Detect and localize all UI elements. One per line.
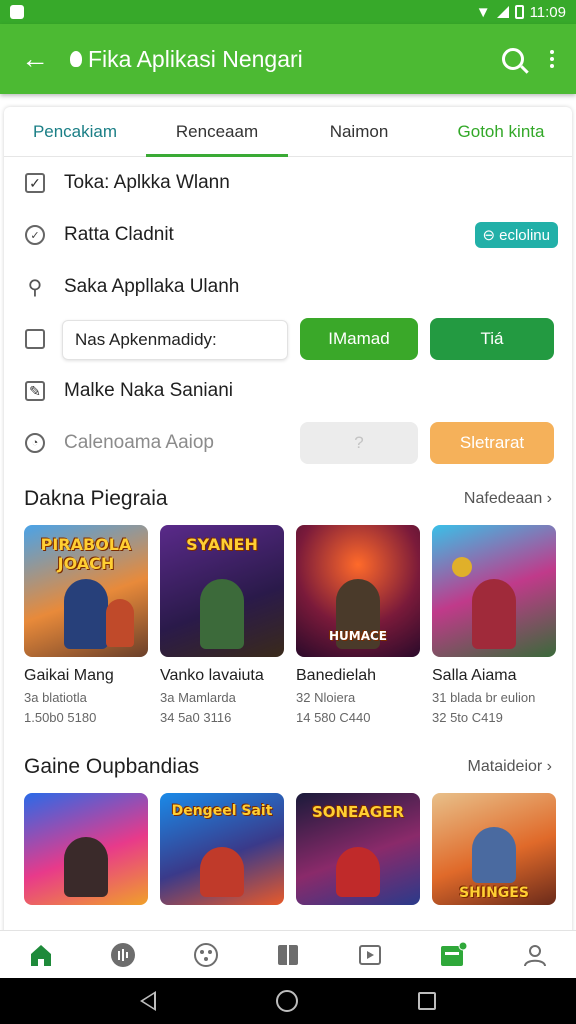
home-icon[interactable] [27, 941, 55, 969]
game-meta: 32 5to C419 [432, 710, 503, 725]
game-meta: 1.50b0 5180 [24, 710, 97, 725]
game-card[interactable]: PIRABOLA JOACH Gaikai Mang 3a blatiotla … [24, 525, 148, 725]
app-title: Fika Aplikasi Nengari [88, 45, 303, 72]
status-bar: ▼ 11:09 [0, 0, 576, 24]
see-more-link[interactable]: Mataideior › [468, 758, 552, 776]
list-item-label: Saka Appllaka Ulanh [64, 276, 240, 297]
game-thumbnail[interactable]: PIRABOLA JOACH [24, 525, 148, 657]
toggle-icon: ⊖ [482, 227, 496, 244]
game-card[interactable]: SHINGES [432, 793, 556, 905]
list-item-label: Malke Naka Saniani [64, 380, 233, 401]
game-card[interactable]: SYANEH Vanko lavaiuta 3a Mamlarda 34 5a0… [160, 525, 284, 725]
game-name: Vanko lavaiuta [160, 667, 264, 684]
tab-4[interactable]: Gotoh kinta [430, 107, 572, 156]
game-card[interactable]: HUMACE Banedielah 32 Nloiera 14 580 C440 [296, 525, 420, 725]
game-meta: 32 Nloiera [296, 690, 356, 705]
game-name: Banedielah [296, 667, 377, 684]
section-header: Dakna Piegraia Nafedeaan › [4, 473, 572, 525]
primary-button[interactable]: IMamad [300, 318, 418, 360]
game-carousel: Dengeel Sait SONEAGER SHINGES [4, 793, 572, 905]
bottom-navigation [0, 930, 576, 978]
game-thumbnail[interactable]: SHINGES [432, 793, 556, 905]
music-icon[interactable] [109, 941, 137, 969]
tab-1[interactable]: Pencakiam [4, 107, 146, 156]
leaf-icon [70, 51, 82, 67]
game-card[interactable]: SONEAGER [296, 793, 420, 905]
text-field[interactable]: Nas Apkenmadidy: [62, 320, 288, 360]
section-header: Gaine Oupbandias Mataideior › [4, 741, 572, 793]
book-icon[interactable] [274, 941, 302, 969]
profile-icon[interactable] [521, 941, 549, 969]
game-meta: 3a blatiotla [24, 690, 87, 705]
recents-square-icon[interactable] [418, 992, 436, 1010]
status-badge[interactable]: ⊖ eclolinu [474, 222, 558, 248]
back-triangle-icon[interactable] [140, 991, 156, 1011]
game-name: Salla Aiama [432, 667, 517, 684]
game-thumbnail[interactable] [24, 793, 148, 905]
game-meta: 34 5a0 3116 [160, 710, 232, 725]
game-card[interactable]: Salla Aiama 31 blada br eulion 32 5to C4… [432, 525, 556, 725]
game-logo: HUMACE [328, 629, 388, 643]
list-item[interactable]: ✓ Ratta Cladnit ⊖ eclolinu [4, 209, 572, 261]
game-logo: SYANEH [186, 535, 258, 554]
timer-icon: ◔ [25, 433, 45, 453]
list-item: ◔ Calenoama Aaiop ? Sletrarat [4, 417, 572, 469]
see-more-link[interactable]: Nafedeaan › [464, 490, 552, 508]
game-logo: PIRABOLA JOACH [40, 535, 132, 573]
game-card[interactable] [24, 793, 148, 905]
search-icon: ⚲ [27, 276, 43, 299]
section-title: Dakna Piegraia [24, 487, 168, 510]
disabled-button: ? [300, 422, 418, 464]
game-carousel: PIRABOLA JOACH Gaikai Mang 3a blatiotla … [4, 525, 572, 725]
battery-icon [514, 5, 524, 19]
list-item[interactable]: ✓ Toka: Aplkka Wlann [4, 157, 572, 209]
list-item[interactable]: ✎ Malke Naka Saniani [4, 365, 572, 417]
list-item: Nas Apkenmadidy: IMamad Tiá [4, 313, 572, 365]
game-thumbnail[interactable]: HUMACE [296, 525, 420, 657]
game-meta: 14 580 C440 [296, 710, 371, 725]
start-button[interactable]: Sletrarat [430, 422, 554, 464]
game-thumbnail[interactable]: SYANEH [160, 525, 284, 657]
secondary-button[interactable]: Tiá [430, 318, 554, 360]
game-logo: SONEAGER [311, 803, 405, 821]
tab-bar: Pencakiam Renceaam Naimon Gotoh kinta [4, 107, 572, 157]
badge-label: eclolinu [499, 226, 550, 244]
checkbox-icon[interactable] [25, 329, 45, 349]
checked-box-icon[interactable]: ✓ [25, 173, 45, 193]
tab-2[interactable]: Renceaam [146, 107, 288, 157]
home-circle-icon[interactable] [276, 990, 298, 1012]
tab-3[interactable]: Naimon [288, 107, 430, 156]
edit-calendar-icon: ✎ [25, 381, 45, 401]
signal-icon [496, 6, 509, 18]
content-card: Pencakiam Renceaam Naimon Gotoh kinta ✓ … [4, 107, 572, 967]
games-icon[interactable] [192, 941, 220, 969]
list-item-label: Calenoama Aaiop [64, 432, 214, 453]
game-logo: Dengeel Sait [171, 803, 273, 819]
list-item[interactable]: ⚲ Saka Appllaka Ulanh [4, 261, 572, 313]
system-nav-bar [0, 978, 576, 1024]
wifi-icon: ▼ [475, 3, 491, 21]
game-name: Gaikai Mang [24, 667, 114, 684]
list-item-label: Toka: Aplkka Wlann [64, 172, 230, 193]
game-card[interactable]: Dengeel Sait [160, 793, 284, 905]
section-title: Gaine Oupbandias [24, 755, 200, 778]
more-vert-icon[interactable] [550, 50, 554, 68]
game-meta: 31 blada br eulion [432, 690, 536, 705]
clock-check-icon: ✓ [25, 225, 45, 245]
notification-icon [10, 5, 24, 19]
game-thumbnail[interactable]: Dengeel Sait [160, 793, 284, 905]
list-item-label: Ratta Cladnit [64, 224, 174, 245]
back-arrow-icon[interactable]: ← [0, 43, 70, 75]
status-time: 11:09 [529, 3, 566, 21]
search-icon[interactable] [502, 48, 524, 70]
game-thumbnail[interactable]: SONEAGER [296, 793, 420, 905]
app-bar: ← Fika Aplikasi Nengari [0, 24, 576, 94]
game-logo: SHINGES [459, 885, 529, 901]
play-icon[interactable] [356, 941, 384, 969]
game-thumbnail[interactable] [432, 525, 556, 657]
store-icon[interactable] [439, 941, 467, 969]
game-meta: 3a Mamlarda [160, 690, 236, 705]
